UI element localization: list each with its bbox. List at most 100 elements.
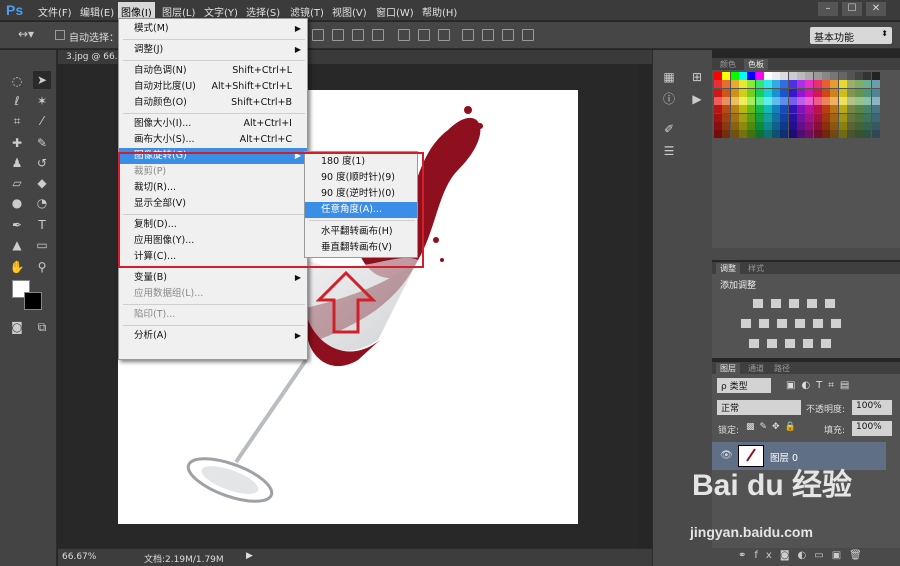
color-swatch[interactable] <box>747 130 756 139</box>
color-swatch[interactable] <box>855 80 864 89</box>
color-swatch[interactable] <box>846 96 855 105</box>
color-swatch[interactable] <box>813 121 822 130</box>
color-swatch[interactable] <box>788 130 797 139</box>
color-swatch[interactable] <box>797 105 805 114</box>
tab-adjustments[interactable]: 调整 <box>716 263 740 274</box>
image-menu-item[interactable]: 自动颜色(O) Shift+Ctrl+B <box>119 95 307 111</box>
color-swatch[interactable] <box>871 80 880 89</box>
color-swatch[interactable] <box>797 96 805 105</box>
color-swatch[interactable] <box>730 96 739 105</box>
color-swatch[interactable] <box>805 96 814 105</box>
color-swatch[interactable] <box>863 113 872 122</box>
color-swatch[interactable] <box>730 88 739 97</box>
color-swatch[interactable] <box>813 80 822 89</box>
menu-file[interactable]: 文件(F) <box>38 4 72 19</box>
blend-mode-select[interactable]: 正常 <box>717 400 801 415</box>
color-swatch[interactable] <box>755 121 764 130</box>
color-swatch[interactable] <box>763 105 772 114</box>
color-swatch[interactable] <box>855 105 864 114</box>
color-swatch[interactable] <box>722 96 731 105</box>
align-top-icon[interactable] <box>312 29 324 41</box>
color-swatch[interactable] <box>772 113 781 122</box>
layer-kind-filter[interactable]: ρ 类型 <box>717 378 771 393</box>
layer-footer-icons[interactable]: ⚭fx◙◐▭▣🗑 <box>738 550 870 561</box>
color-swatch[interactable] <box>714 88 722 97</box>
minimize-button[interactable]: – <box>818 2 838 16</box>
history-panel-icon[interactable]: ▦ <box>660 68 678 86</box>
brush-presets-panel-icon[interactable]: ✐ <box>660 120 678 138</box>
properties-panel-icon[interactable]: ☰ <box>660 142 678 160</box>
color-swatch[interactable] <box>846 105 855 114</box>
image-menu-item[interactable]: 画布大小(S)... Alt+Ctrl+C <box>119 132 307 148</box>
color-swatch[interactable] <box>830 72 839 80</box>
color-swatch[interactable] <box>871 105 880 114</box>
color-swatch[interactable] <box>722 105 731 114</box>
eraser-tool-icon[interactable]: ▱ <box>8 174 26 192</box>
color-swatch[interactable] <box>821 72 830 80</box>
adjustment-icon[interactable] <box>788 298 800 309</box>
color-swatch[interactable] <box>813 88 822 97</box>
zoom-tool-icon[interactable]: ⚲ <box>33 258 51 276</box>
align-bottom-icon[interactable] <box>352 29 364 41</box>
color-swatch[interactable] <box>838 113 847 122</box>
color-swatch[interactable] <box>846 88 855 97</box>
crop-tool-icon[interactable]: ⌗ <box>8 112 26 130</box>
pen-tool-icon[interactable]: ✒ <box>8 216 26 234</box>
color-swatch[interactable] <box>722 80 731 89</box>
color-swatch[interactable] <box>855 130 864 139</box>
color-swatch[interactable] <box>738 72 747 80</box>
color-swatch[interactable] <box>846 113 855 122</box>
color-swatch[interactable] <box>846 72 855 80</box>
color-swatch[interactable] <box>871 72 880 80</box>
color-swatch[interactable] <box>821 96 830 105</box>
color-swatch[interactable] <box>730 72 739 80</box>
color-swatch[interactable] <box>830 96 839 105</box>
color-swatch[interactable] <box>805 105 814 114</box>
path-selection-tool-icon[interactable]: ▲ <box>8 236 26 254</box>
color-swatch[interactable] <box>788 88 797 97</box>
color-swatch[interactable] <box>838 88 847 97</box>
lock-icons[interactable]: ▩✎✥🔒 <box>746 422 801 432</box>
rectangle-tool-icon[interactable]: ▭ <box>33 236 51 254</box>
color-swatch[interactable] <box>846 121 855 130</box>
color-swatch[interactable] <box>797 72 805 80</box>
distribute-hcenter-icon[interactable] <box>482 29 494 41</box>
adjustment-icon[interactable] <box>806 298 818 309</box>
color-swatch[interactable] <box>821 88 830 97</box>
info-panel-icon[interactable]: ⓘ <box>660 90 678 108</box>
color-swatch[interactable] <box>722 113 731 122</box>
image-menu-item[interactable]: 变量(B) ▶ <box>119 270 307 286</box>
color-swatch[interactable] <box>797 121 805 130</box>
adjustment-icon[interactable] <box>794 318 806 329</box>
adjustment-icon[interactable] <box>752 298 764 309</box>
menu-layer[interactable]: 图层(L) <box>162 4 195 19</box>
color-swatch[interactable] <box>813 72 822 80</box>
color-swatch[interactable] <box>780 130 789 139</box>
color-swatch[interactable] <box>788 80 797 89</box>
color-swatch[interactable] <box>821 105 830 114</box>
color-swatch[interactable] <box>805 113 814 122</box>
color-swatch[interactable] <box>863 130 872 139</box>
color-swatch[interactable] <box>772 80 781 89</box>
color-swatch[interactable] <box>838 80 847 89</box>
color-swatch[interactable] <box>855 72 864 80</box>
tab-paths[interactable]: 路径 <box>770 363 794 374</box>
color-swatch[interactable] <box>863 88 872 97</box>
color-swatch[interactable] <box>755 80 764 89</box>
color-swatch[interactable] <box>763 80 772 89</box>
tab-layers[interactable]: 图层 <box>716 363 740 374</box>
color-swatch[interactable] <box>838 130 847 139</box>
magic-wand-tool-icon[interactable]: ✶ <box>33 92 51 110</box>
status-menu-arrow-icon[interactable]: ▶ <box>246 551 253 561</box>
tab-channels[interactable]: 通道 <box>744 363 768 374</box>
color-swatch[interactable] <box>821 130 830 139</box>
color-swatch[interactable] <box>863 72 872 80</box>
color-swatch[interactable] <box>797 80 805 89</box>
color-swatch[interactable] <box>763 130 772 139</box>
color-swatch[interactable] <box>780 105 789 114</box>
adjustment-icon[interactable] <box>824 298 836 309</box>
color-swatch[interactable] <box>763 88 772 97</box>
maximize-button[interactable]: ☐ <box>842 2 862 16</box>
color-swatch[interactable] <box>730 121 739 130</box>
color-swatch[interactable] <box>763 113 772 122</box>
